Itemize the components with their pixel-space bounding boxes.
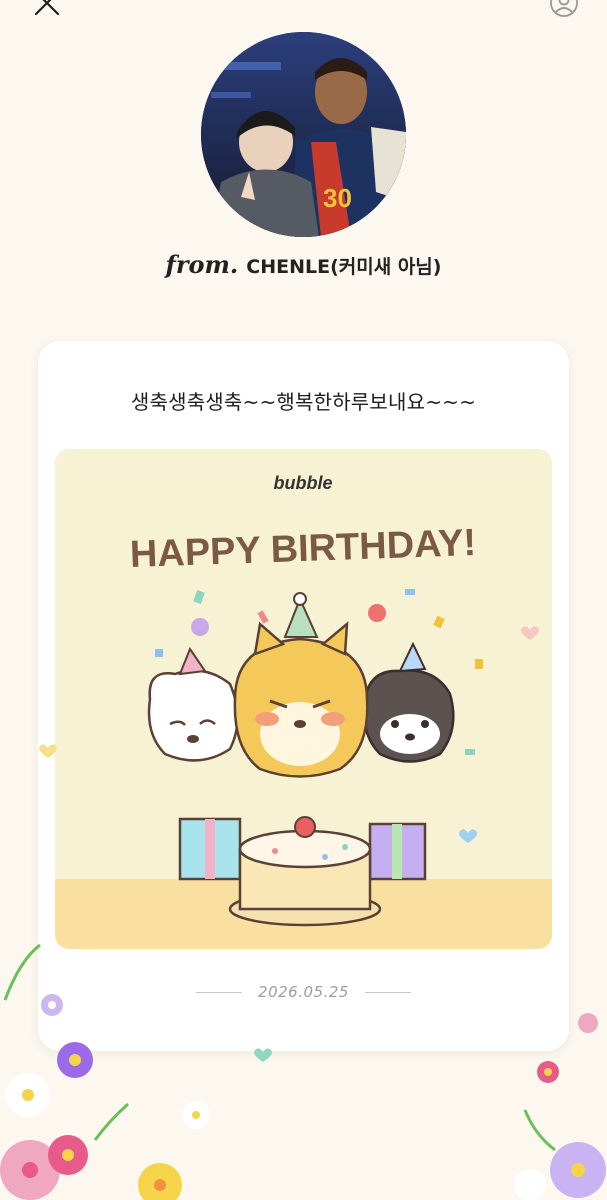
birthday-image[interactable]: bubble HAPPY BIRTHDAY!: [55, 449, 552, 949]
date-divider-left: [196, 991, 243, 993]
date-row: 2026.05.25: [38, 983, 569, 1001]
sender-name: CHENLE(커미새 아님): [246, 256, 442, 278]
top-bar: [0, 0, 607, 20]
date-divider-right: [364, 991, 411, 993]
letter-card: 생축생축생축~~행복한하루보내요~~~ bubble HAPPY BIRTHDA…: [38, 341, 569, 1051]
birthday-illustration: bubble HAPPY BIRTHDAY!: [55, 449, 552, 949]
sender-avatar[interactable]: 30: [201, 32, 406, 237]
close-icon: [34, 0, 60, 16]
profile-button[interactable]: [547, 0, 581, 20]
sender-line: from. CHENLE(커미새 아님): [0, 250, 607, 279]
from-label: from.: [165, 250, 239, 279]
letter-date: 2026.05.25: [258, 983, 349, 1001]
letter-message: 생축생축생축~~행복한하루보내요~~~: [130, 390, 477, 414]
profile-icon: [550, 0, 578, 17]
close-button[interactable]: [30, 0, 64, 20]
avatar-photo: 30: [201, 32, 406, 237]
svg-text:30: 30: [323, 183, 352, 213]
bubble-logo: bubble: [274, 473, 333, 493]
